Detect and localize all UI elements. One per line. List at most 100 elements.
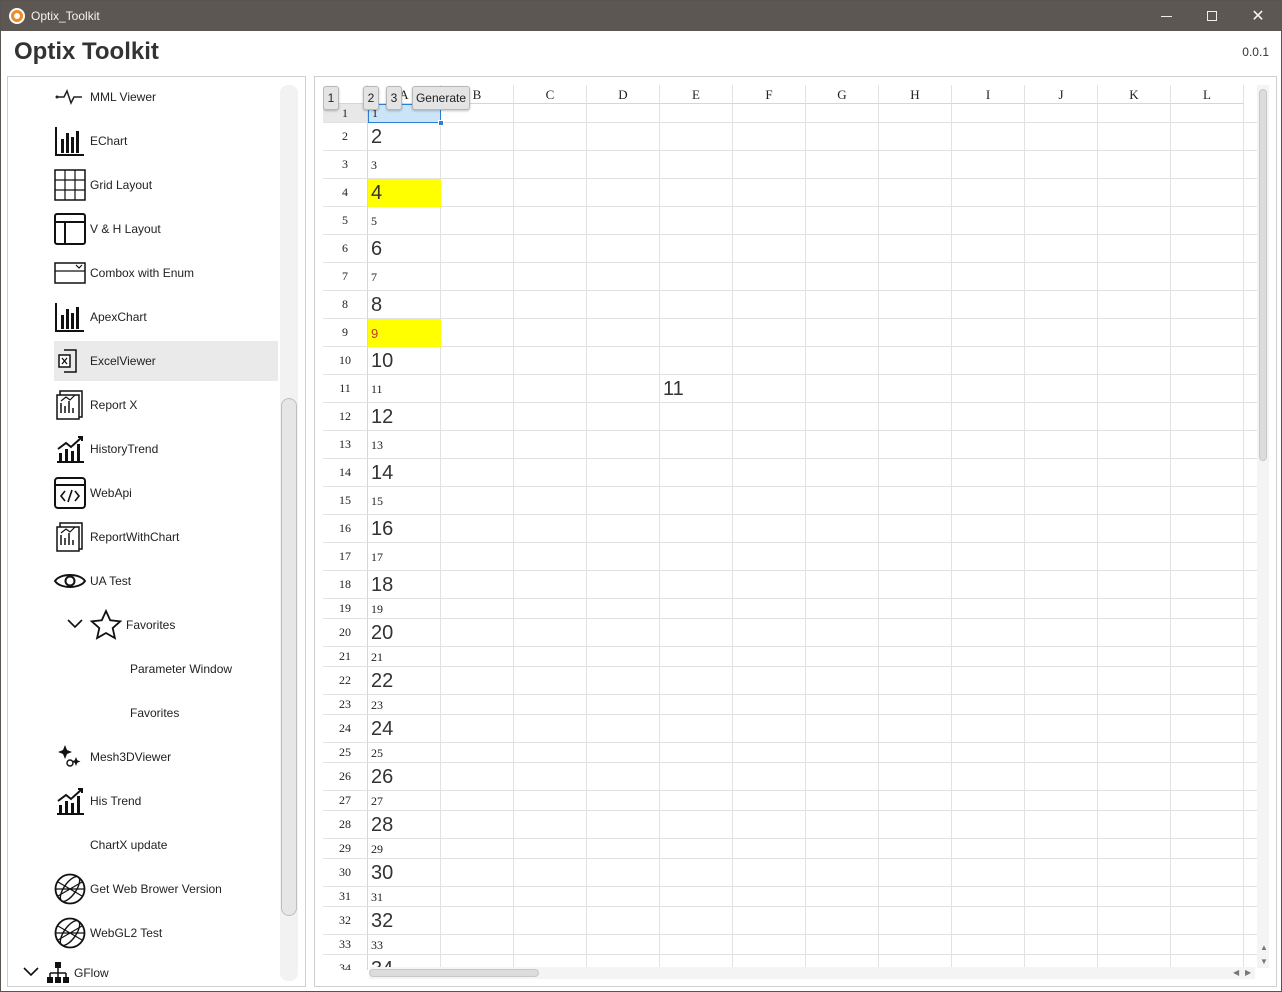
grid-cell[interactable] bbox=[1098, 743, 1171, 763]
grid-cell[interactable] bbox=[879, 375, 952, 403]
grid-cell[interactable] bbox=[441, 347, 514, 375]
grid-cell[interactable] bbox=[514, 599, 587, 619]
cell-a24[interactable]: 24 bbox=[368, 715, 441, 743]
grid-cell[interactable] bbox=[733, 743, 806, 763]
grid-cell[interactable] bbox=[660, 571, 733, 599]
grid-cell[interactable] bbox=[660, 715, 733, 743]
column-header-f[interactable]: F bbox=[733, 85, 806, 104]
grid-cell[interactable] bbox=[1171, 431, 1244, 459]
grid-cell[interactable] bbox=[587, 319, 660, 347]
grid-cell[interactable] bbox=[1098, 543, 1171, 571]
cell-a15[interactable]: 15 bbox=[368, 487, 441, 515]
grid-cell[interactable] bbox=[733, 571, 806, 599]
grid-cell[interactable] bbox=[514, 887, 587, 907]
grid-cell[interactable] bbox=[1025, 431, 1098, 459]
row-header[interactable]: 17 bbox=[323, 543, 368, 571]
sidebar-item-v-h-layout[interactable]: V & H Layout bbox=[54, 209, 278, 249]
grid-cell[interactable] bbox=[806, 647, 879, 667]
grid-cell[interactable] bbox=[587, 859, 660, 887]
grid-cell[interactable] bbox=[1025, 647, 1098, 667]
grid-cell[interactable] bbox=[1025, 207, 1098, 235]
row-header[interactable]: 9 bbox=[323, 319, 368, 347]
grid-cell[interactable] bbox=[1098, 935, 1171, 955]
grid-cell[interactable] bbox=[1171, 619, 1244, 647]
grid-cell[interactable] bbox=[1025, 619, 1098, 647]
grid-cell[interactable] bbox=[1025, 403, 1098, 431]
grid-cell[interactable] bbox=[1244, 123, 1257, 151]
grid-cell[interactable] bbox=[1244, 235, 1257, 263]
grid-cell[interactable] bbox=[806, 403, 879, 431]
grid-cell[interactable] bbox=[879, 599, 952, 619]
grid-cell[interactable] bbox=[879, 839, 952, 859]
grid-cell[interactable] bbox=[952, 839, 1025, 859]
row-header[interactable]: 10 bbox=[323, 347, 368, 375]
column-header-j[interactable]: J bbox=[1025, 85, 1098, 104]
grid-cell[interactable] bbox=[733, 619, 806, 647]
grid-cell[interactable] bbox=[660, 179, 733, 207]
sidebar-item-mesh3dviewer[interactable]: Mesh3DViewer bbox=[54, 737, 278, 777]
grid-cell[interactable] bbox=[952, 859, 1025, 887]
grid-cell[interactable] bbox=[1025, 887, 1098, 907]
grid-cell[interactable] bbox=[733, 207, 806, 235]
cell-a3[interactable]: 3 bbox=[368, 151, 441, 179]
grid-cell[interactable] bbox=[806, 543, 879, 571]
grid-cell[interactable] bbox=[1098, 667, 1171, 695]
grid-cell[interactable] bbox=[514, 104, 587, 123]
cell-a27[interactable]: 27 bbox=[368, 791, 441, 811]
grid-cell[interactable] bbox=[1244, 887, 1257, 907]
grid-cell[interactable] bbox=[952, 887, 1025, 907]
generate-button[interactable]: Generate bbox=[412, 86, 470, 110]
grid-cell[interactable] bbox=[952, 403, 1025, 431]
grid-cell[interactable] bbox=[660, 459, 733, 487]
grid-cell[interactable] bbox=[806, 887, 879, 907]
grid-cell[interactable] bbox=[441, 811, 514, 839]
grid-cell[interactable] bbox=[441, 743, 514, 763]
cell-a6[interactable]: 6 bbox=[368, 235, 441, 263]
grid-cell[interactable] bbox=[587, 543, 660, 571]
grid-cell[interactable] bbox=[952, 207, 1025, 235]
grid-cell[interactable] bbox=[441, 515, 514, 543]
grid-cell[interactable] bbox=[660, 743, 733, 763]
cell-a30[interactable]: 30 bbox=[368, 859, 441, 887]
grid-cell[interactable] bbox=[1171, 403, 1244, 431]
grid-cell[interactable] bbox=[1244, 291, 1257, 319]
grid-cell[interactable] bbox=[1171, 907, 1244, 935]
grid-cell[interactable] bbox=[587, 291, 660, 319]
grid-cell[interactable] bbox=[1244, 487, 1257, 515]
grid-cell[interactable] bbox=[1025, 487, 1098, 515]
grid-cell[interactable] bbox=[587, 935, 660, 955]
grid-cell[interactable] bbox=[587, 104, 660, 123]
row-header[interactable]: 5 bbox=[323, 207, 368, 235]
grid-cell[interactable] bbox=[660, 291, 733, 319]
sidebar-item-grid-layout[interactable]: Grid Layout bbox=[54, 165, 278, 205]
cell-a11[interactable]: 11 bbox=[368, 375, 441, 403]
grid-cell[interactable] bbox=[1098, 319, 1171, 347]
grid-cell[interactable] bbox=[879, 791, 952, 811]
grid-cell[interactable] bbox=[587, 811, 660, 839]
grid-cell[interactable] bbox=[1244, 347, 1257, 375]
grid-cell[interactable] bbox=[952, 695, 1025, 715]
grid-cell[interactable] bbox=[1244, 179, 1257, 207]
grid-cell[interactable] bbox=[514, 619, 587, 647]
grid-cell[interactable] bbox=[952, 791, 1025, 811]
grid-cell[interactable] bbox=[806, 431, 879, 459]
grid-cell[interactable] bbox=[1025, 179, 1098, 207]
grid-cell[interactable] bbox=[514, 375, 587, 403]
grid-cell[interactable] bbox=[952, 715, 1025, 743]
cell-a22[interactable]: 22 bbox=[368, 667, 441, 695]
grid-cell[interactable] bbox=[1098, 887, 1171, 907]
grid-cell[interactable] bbox=[1171, 599, 1244, 619]
grid-cell[interactable] bbox=[441, 667, 514, 695]
cell-a18[interactable]: 18 bbox=[368, 571, 441, 599]
grid-cell[interactable] bbox=[733, 235, 806, 263]
grid-cell[interactable] bbox=[952, 179, 1025, 207]
grid-cell[interactable] bbox=[441, 179, 514, 207]
grid-cell[interactable] bbox=[587, 839, 660, 859]
grid-cell[interactable] bbox=[1025, 935, 1098, 955]
grid-cell[interactable] bbox=[441, 647, 514, 667]
grid-cell[interactable] bbox=[1244, 543, 1257, 571]
grid-cell[interactable] bbox=[879, 887, 952, 907]
grid-cell[interactable] bbox=[879, 263, 952, 291]
grid-cell[interactable] bbox=[1171, 935, 1244, 955]
grid-cell[interactable] bbox=[1171, 887, 1244, 907]
